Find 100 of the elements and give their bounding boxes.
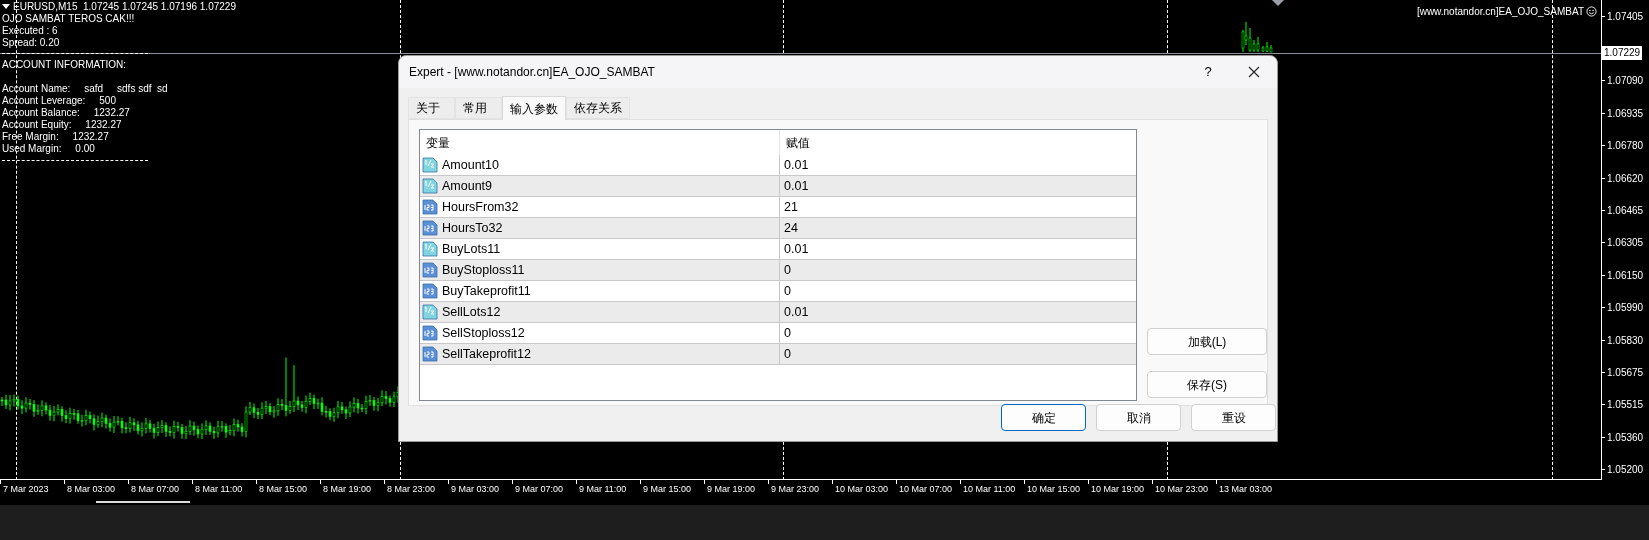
parameter-value: 0 [783,282,792,300]
current-price-tag: 1.07229 [1602,46,1643,60]
price-label: 1.05675 [1607,366,1644,380]
time-label: 9 Mar 15:00 [643,483,692,496]
account-info-line: Account Leverage: 500 [2,95,117,107]
dialog-tab[interactable]: 输入参数 [502,96,566,120]
time-label: 10 Mar 19:00 [1091,483,1145,496]
side-button[interactable]: 保存(S) [1147,371,1267,398]
price-label: 1.06465 [1607,204,1644,219]
parameter-name: SellTakeprofit12 [442,345,531,363]
parameter-row[interactable]: BuyTakeprofit11 0 [420,281,1136,302]
column-header[interactable]: 赋值 [780,130,1136,155]
dialog-button[interactable]: 确定 [1001,404,1086,431]
number-icon [422,262,438,278]
time-label: 8 Mar 03:00 [67,483,116,496]
time-label: 10 Mar 23:00 [1155,483,1209,496]
parameter-row[interactable]: Amount10 0.01 [420,155,1136,176]
fraction-icon [422,157,438,173]
parameter-row[interactable]: BuyStoploss11 0 [420,260,1136,281]
dialog-button[interactable]: 取消 [1096,404,1181,431]
account-info-line: Used Margin: 0.00 [2,143,96,155]
parameter-name: SellStoploss12 [442,324,525,342]
parameter-row[interactable]: HoursFrom32 21 [420,197,1136,218]
account-info-line: Free Margin: 1232.27 [2,131,110,143]
time-label: 7 Mar 2023 [3,483,49,496]
parameter-name: BuyLots11 [442,240,501,258]
time-label: 9 Mar 11:00 [579,483,627,496]
time-label: 10 Mar 07:00 [899,483,953,496]
fraction-icon [422,304,438,320]
price-label: 1.05200 [1607,463,1644,478]
dialog-title: Expert - [www.notandor.cn]EA_OJO_SAMBAT [409,64,656,81]
price-label: 1.07090 [1607,74,1644,89]
parameter-row[interactable]: BuyLots11 0.01 [420,239,1136,260]
parameter-name: HoursTo32 [442,219,503,237]
info-text: OJO SAMBAT TEROS CAK!!! [2,13,136,25]
parameter-name: SellLots12 [442,303,501,321]
parameter-name: BuyStoploss11 [442,261,525,279]
close-icon [1248,66,1260,78]
time-label: 8 Mar 07:00 [131,483,180,496]
price-label: 1.05830 [1607,333,1644,348]
parameter-value: 0.01 [783,240,810,258]
parameter-value: 0 [783,261,792,279]
smiley-icon[interactable] [1586,6,1597,17]
time-label: 13 Mar 03:00 [1219,483,1273,496]
account-title: ACCOUNT INFORMATION: [2,59,128,71]
time-label: 8 Mar 23:00 [387,483,436,496]
price-label: 1.06305 [1607,236,1644,251]
time-label: 9 Mar 23:00 [771,483,820,496]
parameter-value: 0 [783,324,792,342]
price-label: 1.05515 [1607,398,1644,413]
time-label: 8 Mar 15:00 [259,483,308,496]
parameter-name: BuyTakeprofit11 [442,282,531,300]
dialog-button[interactable]: 重设 [1191,404,1276,431]
collapse-triangle-icon[interactable] [2,4,10,10]
parameter-row[interactable]: Amount9 0.01 [420,176,1136,197]
help-button[interactable]: ? [1185,56,1231,88]
parameter-name: Amount10 [442,156,499,174]
price-label: 1.06150 [1607,268,1644,283]
number-icon [422,325,438,341]
number-icon [422,283,438,299]
time-label: 8 Mar 19:00 [323,483,372,496]
account-info-line: Account Balance: 1232.27 [2,107,131,119]
price-label: 1.06620 [1607,171,1644,186]
parameter-row[interactable]: SellTakeprofit12 0 [420,344,1136,365]
parameter-row[interactable]: HoursTo32 24 [420,218,1136,239]
info-text: Executed : 6 [2,25,59,37]
price-label: 1.05360 [1607,430,1644,445]
parameter-value: 24 [783,219,799,237]
time-label: 9 Mar 03:00 [451,483,500,496]
account-info-line: Account Equity: 1232.27 [2,119,123,131]
parameter-value: 0.01 [783,177,810,195]
time-label: 8 Mar 11:00 [195,483,243,496]
account-info-line: Account Name: safd sdfs sdf sd [2,83,169,95]
dialog-tab[interactable]: 依存关系 [566,97,630,119]
dialog-tab[interactable]: 常用 [455,97,502,119]
parameter-name: Amount9 [442,177,493,195]
parameter-value: 0 [783,345,792,363]
info-text: Spread: 0.20 [2,37,61,49]
side-button[interactable]: 加载(L) [1147,328,1267,355]
parameter-row[interactable]: SellLots12 0.01 [420,302,1136,323]
price-label: 1.06935 [1607,106,1644,121]
price-label: 1.05990 [1607,301,1644,316]
time-label: 9 Mar 19:00 [707,483,756,496]
parameter-value: 21 [783,198,799,216]
time-label: 10 Mar 03:00 [835,483,889,496]
time-label: 9 Mar 07:00 [515,483,564,496]
parameter-value: 0.01 [783,303,810,321]
number-icon [422,199,438,215]
parameter-row[interactable]: SellStoploss12 0 [420,323,1136,344]
parameter-value: 0.01 [783,156,810,174]
time-label: 10 Mar 15:00 [1027,483,1081,496]
number-icon [422,346,438,362]
time-label: 10 Mar 11:00 [963,483,1016,496]
dialog-tab[interactable]: 关于 [408,97,455,119]
number-icon [422,220,438,236]
expert-label: [www.notandor.cn]EA_OJO_SAMBAT [1416,5,1584,19]
parameter-name: HoursFrom32 [442,198,519,216]
fraction-icon [422,241,438,257]
price-label: 1.06780 [1607,139,1644,154]
marker-triangle-icon [1272,0,1284,6]
